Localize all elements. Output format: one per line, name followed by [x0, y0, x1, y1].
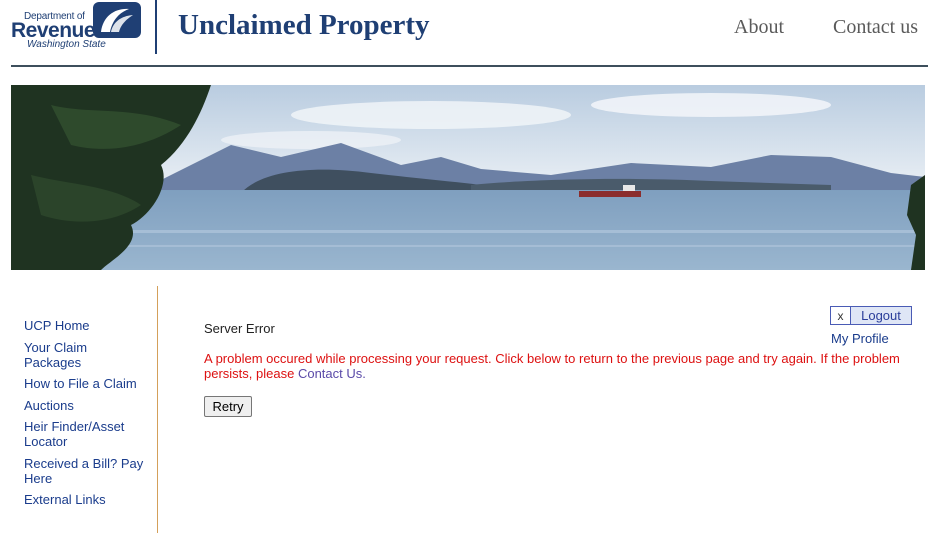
- site-title: Unclaimed Property: [178, 9, 430, 41]
- swoosh-logo-icon: [93, 2, 141, 38]
- sidebar-item-ucp-home[interactable]: UCP Home: [24, 318, 144, 333]
- contact-us-link[interactable]: Contact Us.: [298, 366, 366, 381]
- banner-image: [11, 85, 925, 270]
- error-message: A problem occured while processing your …: [204, 351, 904, 381]
- header-rule: [11, 65, 928, 67]
- logout-button[interactable]: x Logout: [830, 306, 912, 325]
- sidebar-item-claim-packages[interactable]: Your Claim Packages: [24, 340, 144, 370]
- dor-logo[interactable]: Department of Revenue Washington State: [11, 2, 141, 52]
- page-heading: Server Error: [204, 321, 275, 336]
- close-icon: x: [831, 307, 851, 324]
- sidebar-item-how-to-file[interactable]: How to File a Claim: [24, 376, 144, 391]
- nav-about-link[interactable]: About: [734, 16, 784, 39]
- my-profile-link[interactable]: My Profile: [831, 331, 889, 346]
- sidebar-nav: UCP Home Your Claim Packages How to File…: [24, 318, 144, 514]
- sidebar-item-pay-bill[interactable]: Received a Bill? Pay Here: [24, 456, 144, 486]
- sidebar-item-auctions[interactable]: Auctions: [24, 398, 144, 413]
- logout-label: Logout: [851, 307, 911, 324]
- sidebar-item-external-links[interactable]: External Links: [24, 492, 144, 507]
- logo-line-state: Washington State: [27, 39, 106, 50]
- header-divider: [155, 0, 157, 54]
- sidebar-divider: [157, 286, 158, 533]
- sidebar-item-heir-finder[interactable]: Heir Finder/Asset Locator: [24, 419, 144, 449]
- nav-contact-link[interactable]: Contact us: [833, 16, 918, 39]
- retry-button[interactable]: Retry: [204, 396, 252, 417]
